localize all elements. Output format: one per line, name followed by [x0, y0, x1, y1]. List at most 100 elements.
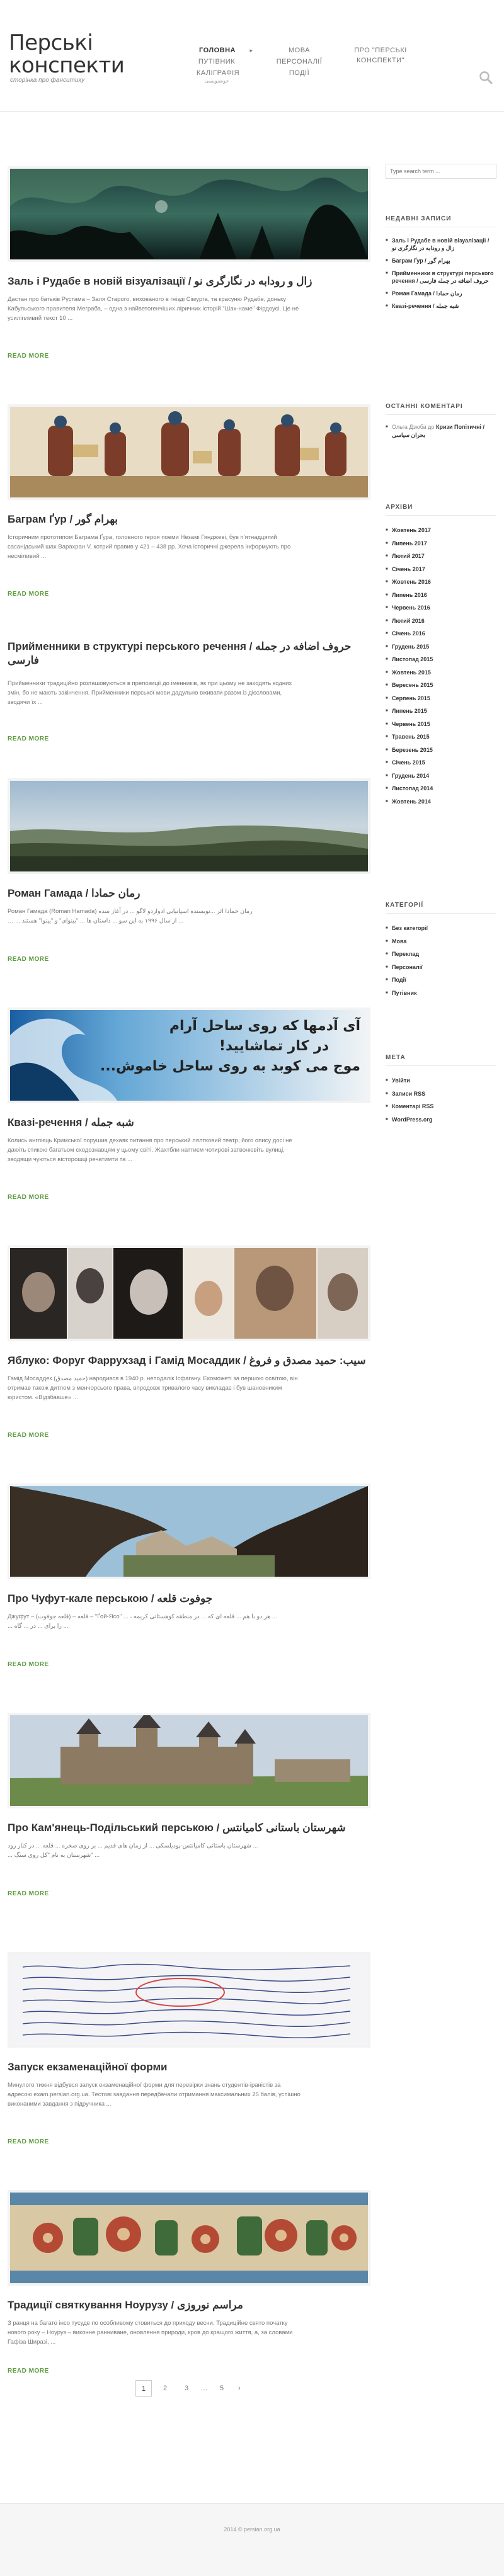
excerpt-line: нового року – Ноуруз – виконне ранниване…	[8, 2329, 293, 2336]
archive-link[interactable]: Вересень 2015	[386, 681, 496, 689]
archive-link[interactable]: Січень 2015	[386, 759, 496, 766]
archive-link[interactable]: Травень 2015	[386, 733, 496, 740]
divider	[386, 913, 496, 914]
post-thumbnail[interactable]	[8, 2190, 370, 2286]
nav-guide[interactable]: Путівник	[192, 57, 242, 67]
page-1[interactable]: 1	[135, 2380, 152, 2397]
read-more-link[interactable]: READ MORE	[8, 1194, 49, 1201]
recent-comment: Ольга Дзюба до Кризи Політичні / بحران س…	[386, 423, 496, 440]
post-title[interactable]: Яблуко: Форуг Фаррухзад і Гамід Мосаддик…	[8, 1354, 370, 1368]
meta-rss-link[interactable]: Записи RSS	[386, 1090, 496, 1098]
post-title[interactable]: Про Чуфут-кале перською / جوفوت قلعه	[8, 1592, 370, 1606]
post-title[interactable]: Роман Гамада / رمان حمادا	[8, 887, 370, 900]
post-thumbnail[interactable]	[8, 1245, 370, 1341]
meta-title: Мета	[386, 1054, 406, 1061]
archive-link[interactable]: Липень 2015	[386, 707, 496, 715]
read-more-link[interactable]: READ MORE	[8, 735, 49, 742]
read-more-link[interactable]: READ MORE	[8, 2138, 49, 2145]
nav-persons[interactable]: Персоналії	[271, 57, 328, 67]
nav-home[interactable]: Головна	[195, 45, 239, 55]
site-title-line2[interactable]: конспекти	[9, 54, 125, 77]
archive-link[interactable]: Жовтень 2015	[386, 669, 496, 676]
site-title[interactable]: Перські конспекти	[9, 31, 125, 77]
sidebar-search-input[interactable]	[386, 164, 496, 179]
read-more-link[interactable]: READ MORE	[8, 353, 49, 360]
post-thumbnail[interactable]	[8, 166, 370, 262]
page-3[interactable]: 3	[178, 2380, 195, 2397]
nav-language[interactable]: Мова	[271, 45, 328, 55]
archive-link[interactable]: Грудень 2015	[386, 643, 496, 650]
archive-link[interactable]: Жовтень 2016	[386, 578, 496, 586]
next-page-button[interactable]: ›	[231, 2380, 248, 2397]
archive-link[interactable]: Грудень 2014	[386, 772, 496, 780]
post-excerpt: شهرستان باستانی کامیانتس-پودیلسکی ... از…	[8, 1841, 370, 1860]
nav-home-dropdown-icon[interactable]: ▸	[247, 45, 256, 55]
page-ellipsis: …	[200, 2385, 208, 2392]
meta-comments-rss-link[interactable]: Коментарі RSS	[386, 1103, 496, 1110]
post-thumbnail[interactable]	[8, 404, 370, 500]
archive-link[interactable]: Жовтень 2014	[386, 798, 496, 805]
excerpt-line: сасанідський шах Варахран V, котрий прав…	[8, 543, 291, 550]
read-more-link[interactable]: READ MORE	[8, 1432, 49, 1439]
post-title[interactable]: Прийменники в структурі перського реченн…	[8, 640, 370, 667]
archive-link[interactable]: Червень 2016	[386, 604, 496, 611]
read-more-link[interactable]: READ MORE	[8, 956, 49, 963]
recent-post-link[interactable]: Квазі-речення / شبه جمله	[386, 302, 496, 310]
post-title[interactable]: Запуск екзаменаційної форми	[8, 2060, 370, 2074]
excerpt-line: несміливий ...	[8, 553, 46, 560]
archive-link[interactable]: Березень 2015	[386, 746, 496, 754]
archive-link[interactable]: Січень 2017	[386, 565, 496, 573]
recent-post-link[interactable]: Роман Гамада / رمان حمادا	[386, 290, 496, 297]
read-more-link[interactable]: READ MORE	[8, 1661, 49, 1668]
archive-link[interactable]: Серпень 2015	[386, 695, 496, 702]
post-title[interactable]: Баграм Ґур / بهرام گور	[8, 513, 370, 526]
category-link[interactable]: Путівник	[386, 989, 496, 997]
read-more-link[interactable]: READ MORE	[8, 1890, 49, 1897]
archive-link[interactable]: Листопад 2015	[386, 655, 496, 663]
post-thumbnail[interactable]	[8, 1713, 370, 1808]
post-excerpt: З ранця на багато інсо тусуде по особлив…	[8, 2318, 370, 2347]
archive-link[interactable]: Січень 2016	[386, 630, 496, 637]
divider	[386, 515, 496, 516]
read-more-link[interactable]: READ MORE	[8, 591, 49, 598]
category-link[interactable]: Мова	[386, 938, 496, 945]
archive-link[interactable]: Липень 2016	[386, 591, 496, 599]
post-thumbnail[interactable]	[8, 778, 370, 874]
banner-line: موج می کوبد به روی ساحل خاموش...	[100, 1058, 360, 1074]
category-link[interactable]: Персоналії	[386, 963, 496, 971]
nav-events[interactable]: Події	[271, 68, 328, 78]
post-title[interactable]: Традиції святкування Ноурузу / مراسم نور…	[8, 2298, 370, 2312]
excerpt-line: … ... از سال ۱۹۹۶ به این سو ... داستان ه…	[8, 917, 183, 924]
recent-post-link[interactable]: Прийменники в структурі перського реченн…	[386, 270, 496, 285]
recent-posts-title: Недавні записи	[386, 215, 452, 222]
archive-link[interactable]: Лютий 2017	[386, 552, 496, 560]
excerpt-line: Дастан про батьків Рустама – Заля Старог…	[8, 296, 286, 303]
archive-link[interactable]: Жовтень 2017	[386, 526, 496, 534]
site-title-line1[interactable]: Перські	[9, 31, 124, 54]
post-title[interactable]: Квазі-речення / شبه جمله	[8, 1116, 370, 1130]
page-5[interactable]: 5	[214, 2380, 230, 2397]
comment-author[interactable]: Ольга Дзюба	[392, 424, 427, 430]
recent-post-link[interactable]: Заль і Рудабе в новій візуалізації / زال…	[386, 237, 496, 252]
read-more-link[interactable]: READ MORE	[8, 2368, 49, 2375]
post-title[interactable]: Про Кам'янець-Подільський перською / شهر…	[8, 1821, 370, 1835]
archive-link[interactable]: Лютий 2016	[386, 617, 496, 625]
category-link[interactable]: Переклад	[386, 950, 496, 958]
meta-login-link[interactable]: Увійти	[386, 1077, 496, 1084]
meta-wordpress-link[interactable]: WordPress.org	[386, 1116, 496, 1123]
post-title[interactable]: Заль і Рудабе в новій візуалізації / زال…	[8, 275, 370, 288]
category-link[interactable]: Без категорії	[386, 924, 496, 932]
page-2[interactable]: 2	[157, 2380, 173, 2397]
archive-link[interactable]: Червень 2015	[386, 720, 496, 728]
nav-calligraphy[interactable]: Каліграфія	[188, 68, 248, 78]
nav-about[interactable]: Про "Перські конспекти"	[348, 45, 413, 65]
excerpt-line: Історичним прототипом Баграма Ґура, голо…	[8, 534, 277, 541]
excerpt-line: змін, бо не мають закінчення. Прийменник…	[8, 689, 282, 696]
archive-link[interactable]: Липень 2017	[386, 540, 496, 547]
post-thumbnail[interactable]	[8, 1484, 370, 1579]
recent-post-link[interactable]: Баграм Ґур / بهرام گور	[386, 257, 496, 264]
category-link[interactable]: Події	[386, 976, 496, 984]
post-thumbnail[interactable]	[8, 1952, 370, 2048]
archive-link[interactable]: Листопад 2014	[386, 785, 496, 792]
search-icon[interactable]	[479, 71, 493, 84]
